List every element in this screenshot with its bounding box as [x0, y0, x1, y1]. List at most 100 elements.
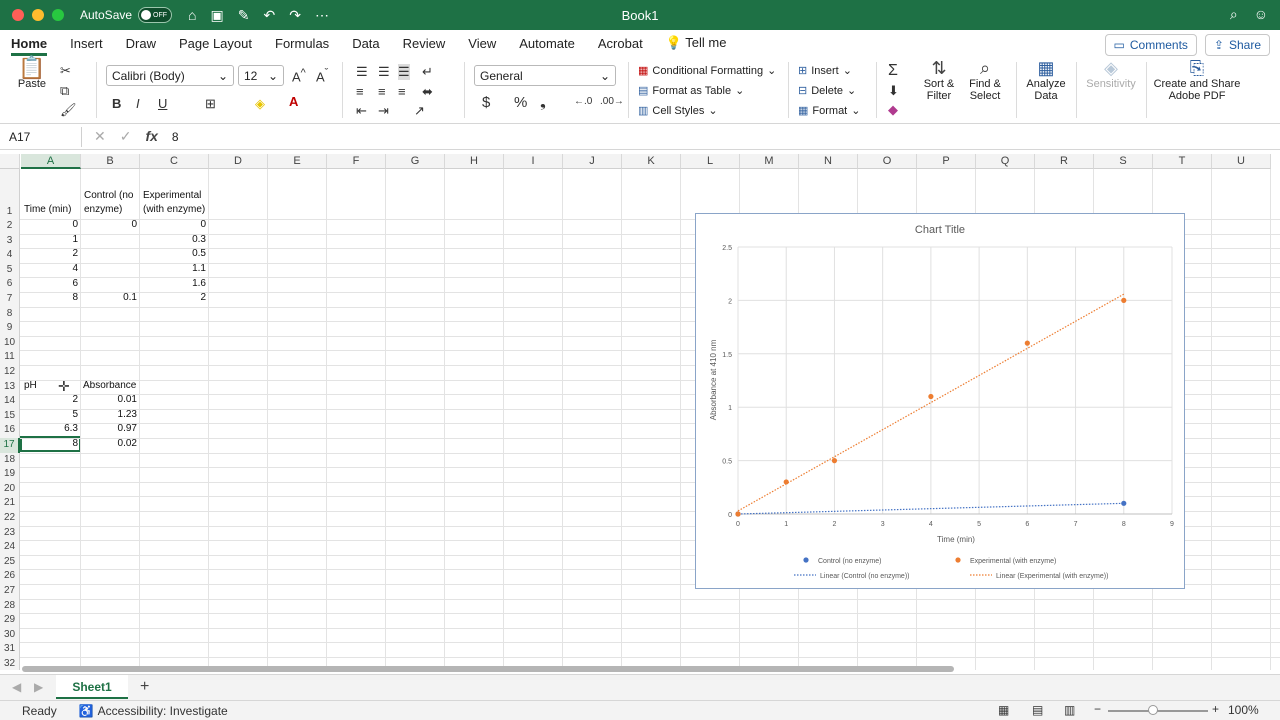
share-button[interactable]: ⇪ Share — [1204, 34, 1270, 56]
table-cell[interactable]: 0.01 — [81, 394, 139, 405]
autosum-icon[interactable]: Σ — [888, 62, 898, 80]
row-header-14[interactable]: 14 — [0, 394, 20, 409]
table-cell[interactable]: 0.02 — [81, 438, 139, 449]
column-header-b[interactable]: B — [81, 154, 140, 169]
decrease-font-icon[interactable]: Aˇ — [316, 67, 328, 84]
zoom-level[interactable]: 100% — [1228, 703, 1259, 717]
column-header-o[interactable]: O — [858, 154, 917, 169]
table-cell[interactable]: 0.1 — [81, 292, 139, 303]
close-window-button[interactable] — [12, 9, 24, 21]
bold-icon[interactable]: B — [112, 96, 121, 111]
formula-input[interactable]: 8 — [172, 130, 179, 144]
tab-insert[interactable]: Insert — [70, 36, 103, 51]
currency-icon[interactable]: $ — [482, 94, 490, 111]
edit-icon[interactable]: ✎ — [238, 7, 250, 24]
create-share-pdf-button[interactable]: ⎘ Create and Share Adobe PDF — [1152, 59, 1242, 102]
tab-home[interactable]: Home — [11, 36, 48, 56]
tab-review[interactable]: Review — [403, 36, 446, 51]
row-header-9[interactable]: 9 — [0, 321, 20, 336]
zoom-in-icon[interactable]: + — [1212, 702, 1219, 716]
delete-cells-button[interactable]: ⊟ Delete ⌄ — [798, 84, 856, 98]
tab-draw[interactable]: Draw — [126, 36, 156, 51]
cell-b13[interactable]: Absorbance — [81, 380, 138, 391]
row-header-8[interactable]: 8 — [0, 306, 20, 322]
column-header-a[interactable]: A — [21, 154, 81, 169]
data-point-series-2[interactable] — [831, 458, 838, 464]
tab-page-layout[interactable]: Page Layout — [179, 36, 252, 51]
row-header-23[interactable]: 23 — [0, 525, 20, 541]
table-cell[interactable]: 0 — [22, 219, 80, 230]
percent-icon[interactable]: % — [514, 94, 527, 111]
table-cell[interactable]: 8 — [22, 292, 80, 303]
row-header-32[interactable]: 32 — [0, 657, 20, 670]
normal-view-icon[interactable]: ▦ — [998, 703, 1009, 717]
confirm-icon[interactable]: ✓ — [120, 128, 132, 145]
column-header-q[interactable]: Q — [976, 154, 1035, 169]
row-header-11[interactable]: 11 — [0, 350, 20, 365]
sensitivity-button[interactable]: ◈ Sensitivity — [1084, 59, 1138, 90]
format-painter-icon[interactable]: 🖌 — [60, 102, 77, 118]
chart-title[interactable]: Chart Title — [915, 224, 965, 236]
cell-b1-line1[interactable]: Control (no — [82, 190, 135, 201]
autosave-toggle[interactable]: OFF — [138, 7, 173, 23]
align-center-icon[interactable]: ≡ — [378, 84, 386, 99]
next-sheet-icon[interactable]: ▶ — [34, 680, 43, 694]
save-icon[interactable]: ▣ — [211, 7, 224, 24]
row-header-24[interactable]: 24 — [0, 540, 20, 555]
zoom-slider-thumb[interactable] — [1148, 705, 1158, 715]
table-cell[interactable]: 0.3 — [140, 234, 208, 245]
row-header-19[interactable]: 19 — [0, 467, 20, 482]
tab-formulas[interactable]: Formulas — [275, 36, 329, 51]
clear-icon[interactable]: ◆ — [888, 102, 898, 118]
accessibility-status[interactable]: Accessibility: Investigate — [98, 704, 228, 718]
comma-style-icon[interactable]: ❟ — [540, 94, 546, 111]
row-header-16[interactable]: 16 — [0, 423, 20, 438]
minimize-window-button[interactable] — [32, 9, 44, 21]
decrease-decimal-icon[interactable]: .00→ — [600, 96, 624, 107]
column-header-g[interactable]: G — [386, 154, 445, 169]
row-header-29[interactable]: 29 — [0, 613, 20, 628]
decrease-indent-icon[interactable]: ⇤ — [356, 103, 367, 119]
table-cell[interactable]: 1.6 — [140, 278, 208, 289]
tab-acrobat[interactable]: Acrobat — [598, 36, 643, 51]
column-header-e[interactable]: E — [268, 154, 327, 169]
row-header-21[interactable]: 21 — [0, 496, 20, 511]
zoom-slider[interactable] — [1108, 710, 1208, 712]
column-header-c[interactable]: C — [140, 154, 209, 169]
increase-decimal-icon[interactable]: ←.0 — [574, 96, 592, 107]
merge-center-icon[interactable]: ⬌ — [422, 84, 433, 100]
page-break-view-icon[interactable]: ▥ — [1064, 703, 1075, 717]
copy-icon[interactable]: ⧉ — [60, 83, 69, 99]
horizontal-scrollbar[interactable] — [22, 666, 954, 672]
table-cell[interactable]: 2 — [140, 292, 208, 303]
more-icon[interactable]: ⋯ — [315, 7, 329, 24]
column-header-s[interactable]: S — [1094, 154, 1153, 169]
column-header-l[interactable]: L — [681, 154, 740, 169]
format-cells-button[interactable]: ▦ Format ⌄ — [798, 104, 860, 118]
cell-a1[interactable]: Time (min) — [22, 204, 73, 215]
row-header-25[interactable]: 25 — [0, 554, 20, 570]
fill-icon[interactable]: ⬇ — [888, 83, 899, 99]
add-sheet-icon[interactable]: + — [140, 678, 149, 696]
find-select-button[interactable]: ⌕ Find & Select — [964, 59, 1006, 102]
select-all-corner[interactable] — [0, 154, 20, 169]
row-header-12[interactable]: 12 — [0, 365, 20, 380]
redo-icon[interactable]: ↷ — [289, 7, 301, 24]
data-point-series-2[interactable] — [783, 479, 789, 485]
analyze-data-button[interactable]: ▦ Analyze Data — [1024, 59, 1068, 102]
home-icon[interactable]: ⌂ — [188, 7, 196, 24]
column-header-j[interactable]: J — [563, 154, 622, 169]
column-header-p[interactable]: P — [917, 154, 976, 169]
row-header-18[interactable]: 18 — [0, 452, 20, 468]
cell-c1-line1[interactable]: Experimental — [141, 190, 203, 201]
align-right-icon[interactable]: ≡ — [398, 84, 406, 99]
cancel-icon[interactable]: ✕ — [94, 128, 106, 145]
increase-indent-icon[interactable]: ⇥ — [378, 103, 389, 119]
row-header-1[interactable]: 1 — [0, 169, 20, 219]
table-cell[interactable]: 2 — [22, 248, 80, 259]
column-header-f[interactable]: F — [327, 154, 386, 169]
column-header-i[interactable]: I — [504, 154, 563, 169]
orientation-icon[interactable]: ↗ — [414, 103, 425, 119]
table-cell[interactable]: 0 — [81, 219, 139, 230]
table-cell[interactable]: 0.5 — [140, 248, 208, 259]
